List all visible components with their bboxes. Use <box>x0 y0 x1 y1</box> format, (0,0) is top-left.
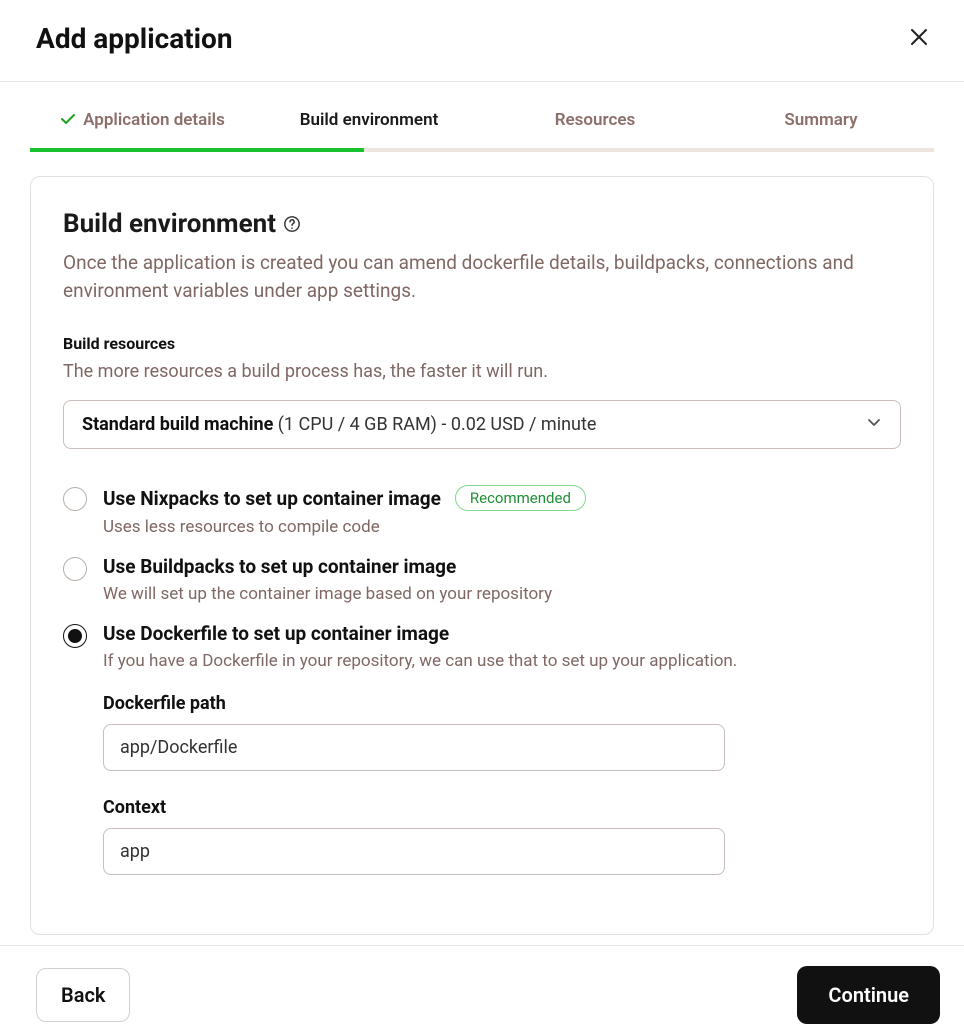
step-label: Summary <box>784 110 857 130</box>
close-icon <box>910 28 928 46</box>
step-label: Build environment <box>300 110 439 130</box>
build-resources-help: The more resources a build process has, … <box>63 361 901 382</box>
build-machine-detail: (1 CPU / 4 GB RAM) - 0.02 USD / minute <box>273 414 596 435</box>
build-resources-label: Build resources <box>63 334 901 353</box>
dockerfile-path-input[interactable] <box>103 724 725 771</box>
dockerfile-path-group: Dockerfile path <box>103 693 901 771</box>
option-sub: Uses less resources to compile code <box>103 517 901 537</box>
build-machine-select[interactable]: Standard build machine (1 CPU / 4 GB RAM… <box>63 400 901 449</box>
continue-button[interactable]: Continue <box>797 966 940 1024</box>
check-icon <box>61 111 75 129</box>
dockerfile-fields: Dockerfile path Context <box>103 693 901 875</box>
build-machine-value: Standard build machine (1 CPU / 4 GB RAM… <box>82 414 596 435</box>
option-sub: We will set up the container image based… <box>103 584 901 604</box>
step-resources[interactable]: Resources <box>482 110 708 148</box>
step-application-details[interactable]: Application details <box>30 110 256 148</box>
radio-nixpacks[interactable] <box>63 487 87 511</box>
wizard-steps: Application details Build environment Re… <box>0 110 964 148</box>
panel-description: Once the application is created you can … <box>63 249 901 304</box>
panel-title-text: Build environment <box>63 209 276 239</box>
option-sub: If you have a Dockerfile in your reposit… <box>103 651 901 671</box>
option-buildpacks[interactable]: Use Buildpacks to set up container image… <box>63 547 901 614</box>
option-body: Use Dockerfile to set up container image… <box>103 622 901 875</box>
context-input[interactable] <box>103 828 725 875</box>
build-machine-name: Standard build machine <box>82 414 273 435</box>
step-label: Application details <box>83 110 225 130</box>
dockerfile-path-label: Dockerfile path <box>103 693 901 714</box>
step-label: Resources <box>555 110 636 130</box>
progress-fill <box>30 148 364 152</box>
option-title: Use Nixpacks to set up container image <box>103 487 441 510</box>
context-label: Context <box>103 797 901 818</box>
panel-title: Build environment <box>63 209 302 239</box>
radio-dockerfile[interactable] <box>63 624 87 648</box>
radio-buildpacks[interactable] <box>63 557 87 581</box>
recommended-badge: Recommended <box>455 485 586 511</box>
chevron-down-icon <box>866 414 882 435</box>
option-body: Use Buildpacks to set up container image… <box>103 555 901 604</box>
option-body: Use Nixpacks to set up container image R… <box>103 485 901 537</box>
close-button[interactable] <box>910 28 928 50</box>
help-icon[interactable] <box>282 214 302 234</box>
progress-track <box>30 148 934 152</box>
page-title: Add application <box>36 22 233 55</box>
option-title: Use Buildpacks to set up container image <box>103 555 901 578</box>
container-setup-options: Use Nixpacks to set up container image R… <box>63 477 901 885</box>
step-summary[interactable]: Summary <box>708 110 934 148</box>
wizard-footer: Back Continue <box>0 945 964 1024</box>
step-build-environment[interactable]: Build environment <box>256 110 482 148</box>
option-title: Use Dockerfile to set up container image <box>103 622 901 645</box>
option-dockerfile[interactable]: Use Dockerfile to set up container image… <box>63 614 901 885</box>
modal-header: Add application <box>0 0 964 82</box>
context-group: Context <box>103 797 901 875</box>
build-environment-panel: Build environment Once the application i… <box>30 176 934 935</box>
option-nixpacks[interactable]: Use Nixpacks to set up container image R… <box>63 477 901 547</box>
back-button[interactable]: Back <box>36 968 130 1022</box>
